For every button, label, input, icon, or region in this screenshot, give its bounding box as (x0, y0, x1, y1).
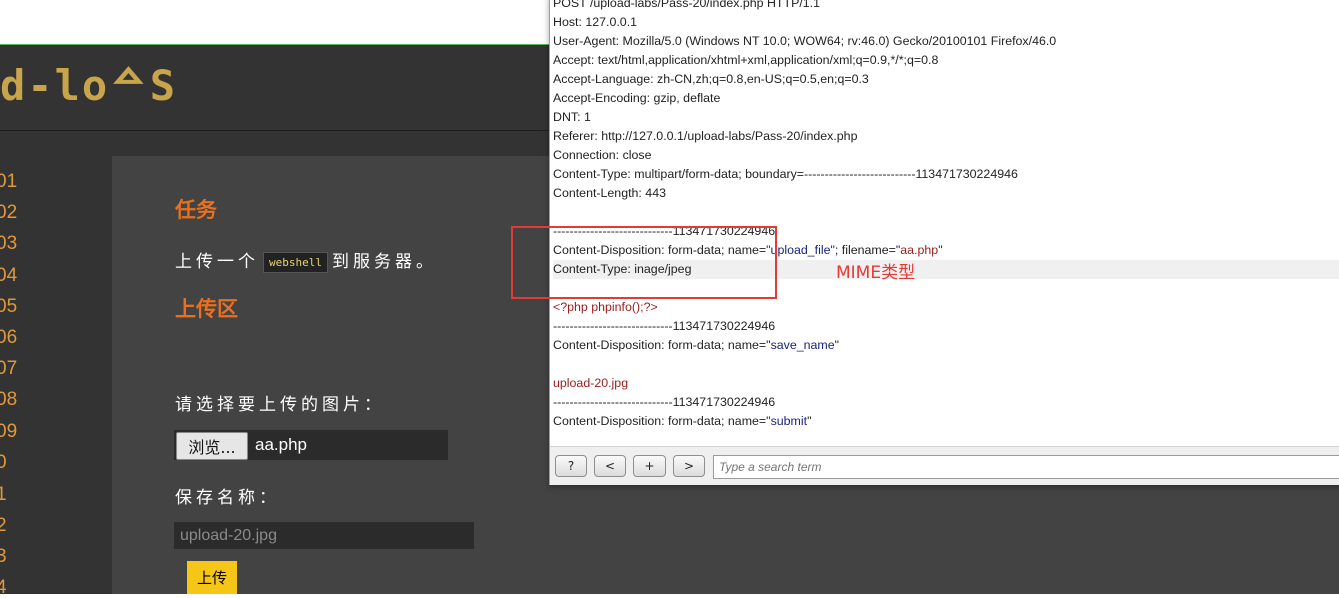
header-content-length: Content-Length: 443 (553, 186, 666, 200)
upload-heading: 上传区 (175, 297, 238, 321)
field-name-value: submit (770, 414, 808, 428)
save-name-label: 保存名称： (175, 488, 280, 508)
task-text-before: 上传一个 (175, 252, 259, 272)
browse-button[interactable]: 浏览... (176, 432, 248, 460)
search-bar: ? < + > (550, 446, 1339, 485)
site-logo: d-loᅀS (0, 61, 178, 110)
nav-item[interactable]: 05 (0, 297, 18, 317)
header-host: Host: 127.0.0.1 (553, 15, 638, 29)
nav-item[interactable]: 02 (0, 203, 18, 223)
disposition-prefix: Content-Disposition: form-data; name= (553, 414, 767, 428)
save-name-value: upload-20.jpg (553, 376, 629, 390)
annotation-highlight-box (511, 226, 777, 299)
nav-item[interactable]: 01 (0, 172, 18, 192)
header-content-type: Content-Type: multipart/form-data; bound… (553, 167, 1018, 181)
boundary-line: -----------------------------11347173022… (553, 319, 776, 333)
nav-item[interactable]: 06 (0, 328, 18, 348)
disposition-prefix: Content-Disposition: form-data; name= (553, 338, 767, 352)
quote: " (834, 338, 840, 352)
nav-item[interactable]: 04 (0, 266, 18, 286)
webshell-code: webshell (263, 251, 328, 273)
nav-item[interactable]: 08 (0, 390, 18, 410)
choose-image-label: 请选择要上传的图片： (175, 395, 385, 415)
upload-button[interactable]: 上传 (187, 561, 237, 594)
raw-request-text[interactable]: POST /upload-labs/Pass-20/index.php HTTP… (553, 0, 1339, 444)
nav-item[interactable]: 1 (0, 485, 18, 505)
annotation-label: MIME类型 (836, 263, 916, 283)
nav-item[interactable]: 0 (0, 453, 18, 473)
nav-item[interactable]: 2 (0, 516, 18, 536)
help-button[interactable]: ? (555, 455, 587, 477)
add-button[interactable]: + (633, 455, 666, 477)
nav-item[interactable]: 03 (0, 234, 18, 254)
header-dnt: DNT: 1 (553, 110, 591, 124)
disposition-save-name: Content-Disposition: form-data; name= "sa… (553, 336, 1339, 355)
filename-key: ; filename= (834, 243, 896, 257)
next-match-button[interactable]: > (673, 455, 705, 477)
nav-item[interactable]: 09 (0, 422, 18, 442)
field-name-value: save_name (770, 338, 835, 352)
disposition-submit: Content-Disposition: form-data; name= "su… (553, 412, 1339, 431)
header-accept-encoding: Accept-Encoding: gzip, deflate (553, 91, 721, 105)
boundary-line: -----------------------------11347173022… (553, 395, 776, 409)
header-accept: Accept: text/html,application/xhtml+xml,… (553, 53, 939, 67)
nav-item[interactable]: 4 (0, 578, 18, 598)
nav-item[interactable]: 07 (0, 359, 18, 379)
nav-item[interactable]: 3 (0, 547, 18, 567)
header-user-agent: User-Agent: Mozilla/5.0 (Windows NT 10.0… (553, 34, 1057, 48)
filename-value: aa.php (900, 243, 939, 257)
search-input[interactable] (713, 455, 1339, 479)
quote: " (807, 414, 812, 428)
selected-file-name: aa.php (255, 435, 307, 454)
header-accept-language: Accept-Language: zh-CN,zh;q=0.8,en-US;q=… (553, 72, 869, 86)
task-description: 上传一个 webshell 到服务器。 (175, 247, 437, 273)
quote: " (938, 243, 943, 257)
save-name-input[interactable] (174, 522, 474, 549)
file-input[interactable]: 浏览... aa.php (174, 430, 448, 460)
request-line: POST /upload-labs/Pass-20/index.php HTTP… (553, 0, 820, 10)
previous-match-button[interactable]: < (594, 455, 626, 477)
header-referer: Referer: http://127.0.0.1/upload-labs/Pa… (553, 129, 858, 143)
php-payload: <?php phpinfo();?> (553, 300, 658, 314)
task-text-after: 到服务器。 (331, 252, 437, 272)
task-heading: 任务 (175, 198, 217, 222)
header-connection: Connection: close (553, 148, 652, 162)
